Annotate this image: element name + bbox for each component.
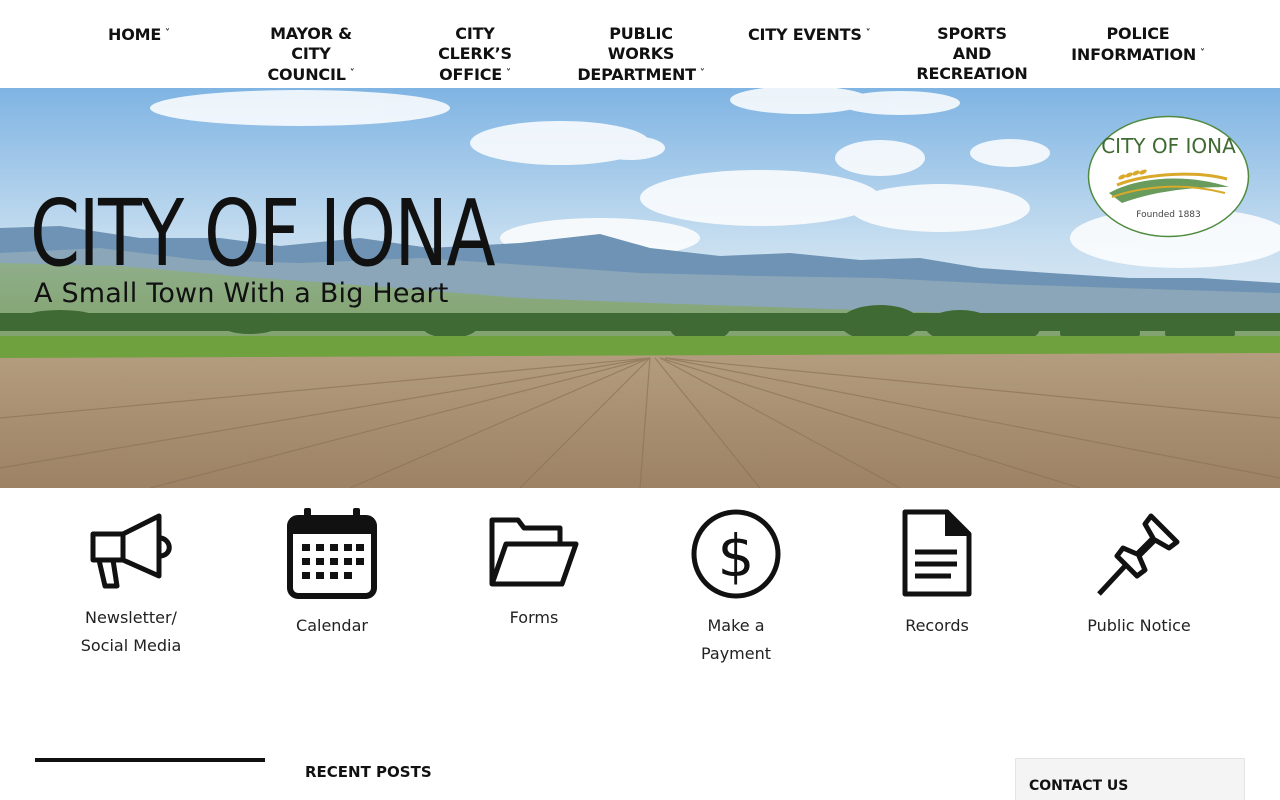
calendar-icon [287,508,377,599]
nav-label: POLICE INFORMATION [1071,24,1197,64]
site-title: CITY OF IONA [30,180,496,287]
document-icon [902,509,972,597]
quick-link-label: Records [905,616,969,635]
chevron-down-icon: ˅ [1200,48,1205,59]
nav-label: PUBLIC WORKS DEPARTMENT [577,24,696,84]
nav-item-mayor-city-council[interactable]: MAYOR & CITY COUNCIL ˅ [250,24,372,85]
nav-item-police-information[interactable]: POLICE INFORMATION ˅ [1068,24,1208,65]
nav-label: SPORTS AND RECREATION [916,24,1028,83]
chevron-down-icon: ˅ [165,28,170,39]
chevron-down-icon: ˅ [865,28,871,39]
nav-item-public-works[interactable]: PUBLIC WORKS DEPARTMENT ˅ [575,24,707,85]
section-divider [35,758,265,762]
nav-label: CITY EVENTS [748,25,862,44]
main-navigation: HOME ˅ MAYOR & CITY COUNCIL ˅ CITY CLERK’S… [0,0,1280,88]
quick-link-make-payment[interactable]: $ Make a Payment [646,508,826,668]
chevron-down-icon: ˅ [506,68,511,79]
quick-link-records[interactable]: Records [847,508,1027,640]
recent-posts-heading: RECENT POSTS [305,763,432,781]
seal-name-text: CITY OF IONA [1101,134,1236,158]
pushpin-icon [1097,513,1180,596]
svg-text:$: $ [718,522,755,590]
site-tagline: A Small Town With a Big Heart [34,278,449,309]
contact-us-widget: CONTACT US [1015,758,1245,800]
quick-link-newsletter[interactable]: Newsletter/ Social Media [41,508,221,660]
quick-link-label: Newsletter/ Social Media [80,608,182,655]
city-seal-logo: CITY OF IONA Founded 1883 [1087,115,1250,238]
chevron-down-icon: ˅ [699,68,705,79]
chevron-down-icon: ˅ [349,68,355,79]
nav-label: MAYOR & CITY COUNCIL [267,24,352,84]
nav-item-home[interactable]: HOME ˅ [108,24,170,45]
quick-link-label: Make a Payment [700,616,772,663]
nav-item-city-clerks-office[interactable]: CITY CLERK’S OFFICE ˅ [420,24,530,85]
contact-us-heading: CONTACT US [1029,778,1129,794]
quick-links: Newsletter/ Social Media Calendar Forms [0,488,1280,718]
nav-label: HOME [108,25,162,44]
quick-link-label: Forms [509,608,559,627]
folder-open-icon [489,517,579,587]
quick-link-label: Public Notice [1087,616,1191,635]
quick-link-forms[interactable]: Forms [444,508,624,632]
quick-link-public-notice[interactable]: Public Notice [1049,508,1229,640]
quick-link-calendar[interactable]: Calendar [242,508,422,640]
nav-label: CITY CLERK’S OFFICE [438,24,512,84]
seal-founded-text: Founded 1883 [1136,210,1201,220]
nav-item-city-events[interactable]: CITY EVENTS ˅ [748,24,871,45]
dollar-circle-icon: $ [691,509,781,599]
nav-item-sports-recreation[interactable]: SPORTS AND RECREATION [916,24,1028,84]
megaphone-icon [90,513,172,589]
quick-link-label: Calendar [296,616,368,635]
